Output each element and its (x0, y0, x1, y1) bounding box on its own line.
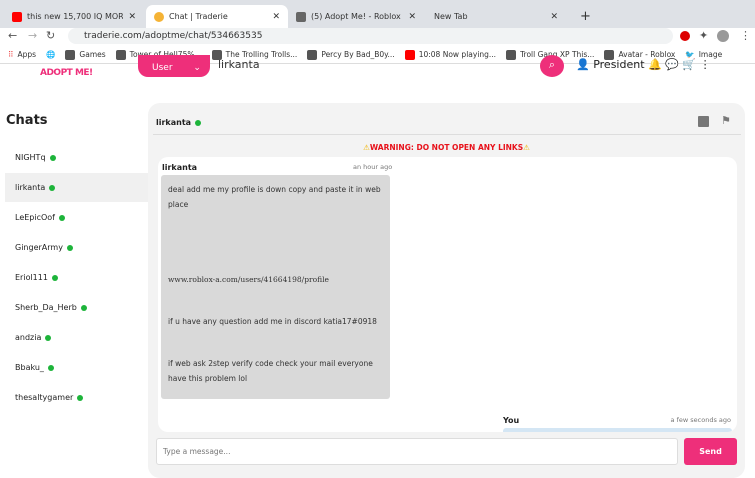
adopt-me-logo[interactable]: ADOPT ME! (40, 68, 93, 78)
warning-icon: ⚠ (523, 143, 530, 152)
close-icon[interactable]: ✕ (272, 12, 280, 22)
menu-icon[interactable]: ⋮ (740, 29, 751, 42)
cart-icon[interactable]: 🛒 (682, 58, 696, 71)
close-icon[interactable]: ✕ (128, 12, 136, 22)
bookmark-apps[interactable]: ⠿ Apps (8, 50, 36, 59)
message-time: a few seconds ago (670, 416, 731, 424)
divider (153, 134, 741, 135)
chat-item[interactable]: NIGHTq (5, 143, 148, 172)
bookmark-games[interactable]: Games (65, 49, 106, 60)
warning-icon: ⚠ (363, 143, 370, 152)
youtube-icon (12, 11, 22, 22)
online-indicator (51, 274, 58, 281)
browser-tab-bar: this new 15,700 IQ MORPHLIN✕ Chat | Trad… (0, 0, 755, 28)
online-indicator (195, 119, 202, 126)
chat-item-selected[interactable]: lirkanta (5, 173, 148, 202)
message-bubble-own (503, 428, 732, 432)
traderie-icon (154, 11, 164, 22)
message-time: an hour ago (353, 163, 393, 171)
close-icon[interactable]: ✕ (408, 12, 416, 22)
chat-item[interactable]: Eriol111 (5, 263, 148, 292)
extensions-icon[interactable]: ✦ (699, 29, 708, 42)
tab-traderie[interactable]: Chat | Traderie ✕ (146, 5, 288, 28)
message-input[interactable]: Type a message... (156, 438, 678, 465)
chats-heading: Chats (6, 113, 48, 128)
send-button[interactable]: Send (684, 438, 737, 465)
tab-roblox[interactable]: (5) Adopt Me! - Roblox ✕ (288, 5, 424, 28)
tab-new[interactable]: New Tab ✕ (426, 5, 566, 28)
search-input[interactable]: lirkanta (214, 58, 566, 75)
search-type-select[interactable]: User ⌄ (138, 55, 210, 77)
online-indicator (47, 364, 54, 371)
chat-item[interactable]: andzia (5, 323, 148, 352)
tab-youtube[interactable]: this new 15,700 IQ MORPHLIN✕ (4, 5, 144, 28)
chat-item[interactable]: Sherb_Da_Herb (5, 293, 148, 322)
online-indicator (80, 304, 87, 311)
flag-icon[interactable]: ⚑ (721, 114, 731, 127)
online-indicator (49, 184, 56, 191)
search-icon: ⌕ (548, 58, 556, 71)
roblox-icon (296, 11, 306, 22)
chat-header: lirkanta (156, 118, 202, 127)
globe-icon[interactable]: 🌐 (46, 50, 55, 59)
chat-icon[interactable]: 💬 (665, 58, 679, 71)
close-icon[interactable]: ✕ (550, 12, 558, 22)
online-indicator (59, 214, 65, 221)
chat-item[interactable]: thesaltygamer (5, 383, 148, 412)
user-menu[interactable]: 👤 President 🔔 💬 🛒 ⋮ (576, 58, 711, 71)
online-indicator (77, 394, 84, 401)
reload-icon[interactable]: ↻ (46, 29, 55, 42)
online-indicator (45, 334, 52, 341)
user-icon: 👤 (576, 58, 590, 71)
archive-icon[interactable] (698, 116, 709, 127)
chevron-down-icon: ⌄ (193, 63, 201, 73)
message-link[interactable]: www.roblox-a.com/users/41664198/profile (168, 272, 383, 287)
bell-icon[interactable]: 🔔 (648, 58, 662, 71)
message-list[interactable]: lirkanta an hour ago deal add me my prof… (158, 157, 737, 432)
apps-grid-icon: ⠿ (8, 50, 14, 59)
message-author: lirkanta (162, 163, 198, 172)
back-icon[interactable]: ← (8, 29, 17, 42)
forward-icon[interactable]: → (28, 29, 37, 42)
online-indicator (49, 154, 56, 161)
more-icon[interactable]: ⋮ (700, 58, 711, 71)
chat-item[interactable]: GingerArmy (5, 233, 148, 262)
chat-item[interactable]: LeEpicOof (5, 203, 148, 232)
online-indicator (66, 244, 73, 251)
warning-banner: ⚠WARNING: DO NOT OPEN ANY LINKS⚠ (363, 143, 530, 152)
chat-item[interactable]: Bbaku_ (5, 353, 148, 382)
message-author: You (503, 416, 520, 425)
message-bubble: deal add me my profile is down copy and … (161, 175, 390, 399)
profile-avatar[interactable] (717, 30, 729, 42)
new-tab-button[interactable]: + (572, 5, 599, 28)
adblock-icon[interactable] (680, 31, 690, 41)
url-field[interactable]: traderie.com/adoptme/chat/534663535 (68, 28, 673, 44)
search-button[interactable]: ⌕ (540, 55, 564, 77)
